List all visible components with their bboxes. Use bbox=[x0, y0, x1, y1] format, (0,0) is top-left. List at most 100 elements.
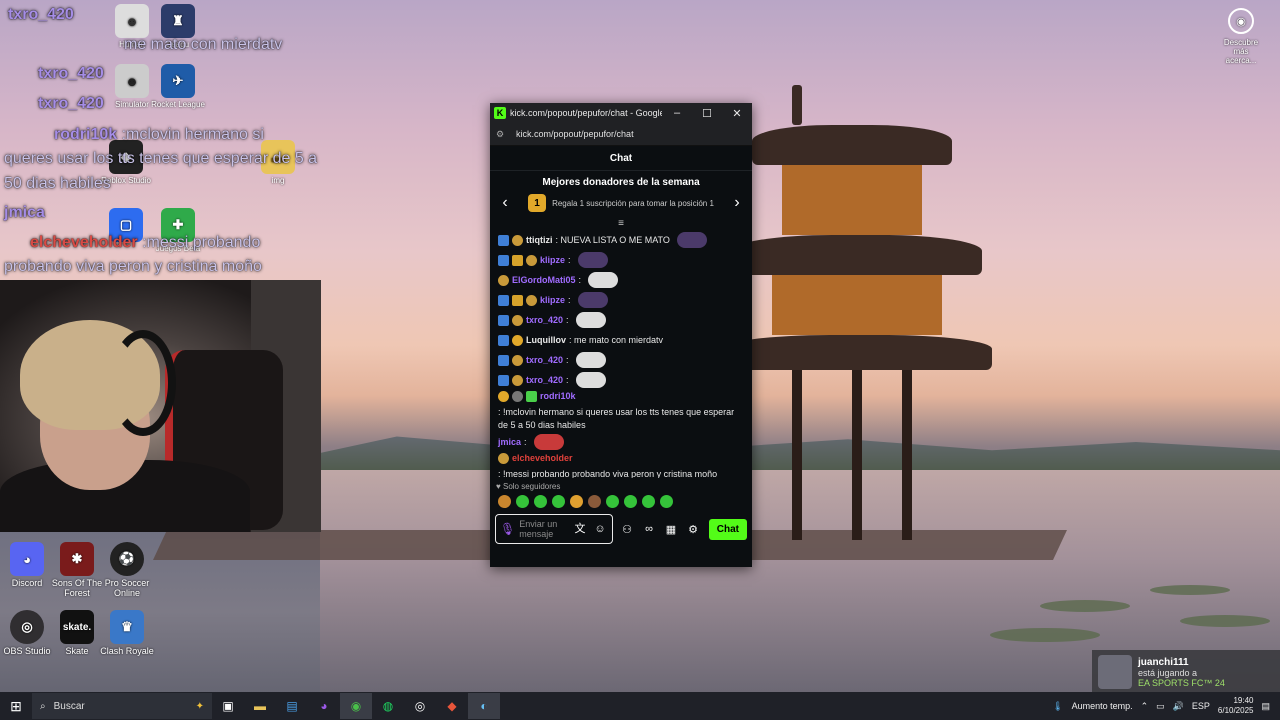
emote-icon[interactable] bbox=[498, 495, 511, 508]
obs-taskbar-icon[interactable]: ◎ bbox=[404, 693, 436, 719]
avatar bbox=[1098, 655, 1132, 689]
translate-icon[interactable]: 文 bbox=[572, 524, 588, 535]
coin-badge-icon bbox=[512, 354, 523, 366]
skate-icon: skate. bbox=[60, 610, 94, 644]
overlay-line: jmica bbox=[4, 204, 45, 221]
alert-user: juanchi111 bbox=[1138, 656, 1189, 668]
chat-message-text: : !messi probando probando viva peron y … bbox=[498, 469, 718, 478]
emote-icon bbox=[575, 372, 606, 388]
chat-message-text: : bbox=[568, 294, 571, 305]
chevron-up-icon[interactable]: ⌃ bbox=[1141, 701, 1149, 712]
minimize-button[interactable]: – bbox=[662, 107, 692, 119]
discord-taskbar-icon[interactable]: ◕ bbox=[308, 693, 340, 719]
chat-username[interactable]: ElGordoMati05 bbox=[512, 274, 576, 287]
game-taskbar-icon[interactable]: ◆ bbox=[436, 693, 468, 719]
steam-icon[interactable]: ◐ bbox=[468, 693, 500, 719]
send-chat-button[interactable]: Chat bbox=[708, 518, 747, 540]
taskbar: ⊞ ⌕ Buscar ✦ ▣ ▬ ▤ ◕ ◉ ◍ ◎ ◆ ◐ 🌡 Aumento… bbox=[0, 692, 1280, 720]
coin-badge-icon bbox=[498, 274, 509, 286]
chat-username[interactable]: txro_420 bbox=[526, 354, 563, 367]
coin-badge-icon bbox=[512, 314, 523, 326]
weather-text[interactable]: Aumento temp. bbox=[1072, 701, 1133, 711]
chevron-right-icon[interactable]: › bbox=[730, 194, 744, 212]
chrome-icon[interactable]: ◉ bbox=[340, 693, 372, 719]
webcam-feed bbox=[0, 280, 321, 532]
chat-username[interactable]: txro_420 bbox=[526, 374, 563, 387]
chat-username[interactable]: rodri10k bbox=[540, 390, 576, 403]
game-icon: ☻ bbox=[115, 64, 149, 98]
emote-icon[interactable] bbox=[588, 495, 601, 508]
chat-username[interactable]: ttiqtizi bbox=[526, 234, 553, 247]
overlay-line: me mato con mierdatv bbox=[124, 36, 283, 53]
chat-message: Luquillov: me mato con mierdatv bbox=[498, 330, 744, 350]
microphone-icon[interactable]: 🎙 bbox=[500, 523, 515, 535]
rocket-league-icon: ✈ bbox=[161, 64, 195, 98]
emote-icon[interactable] bbox=[516, 495, 529, 508]
chat-username[interactable]: jmica bbox=[498, 436, 521, 449]
chat-username[interactable]: elcheveholder bbox=[512, 452, 573, 465]
file-explorer-icon[interactable]: ▬ bbox=[244, 693, 276, 719]
chat-username[interactable]: Luquillov bbox=[526, 334, 566, 347]
site-info-icon[interactable]: ⚙ bbox=[496, 129, 510, 140]
desktop-icon-rocket-league[interactable]: ✈ Rocket League bbox=[146, 64, 210, 109]
emote-icon[interactable] bbox=[552, 495, 565, 508]
chat-message: klipze: bbox=[498, 250, 744, 270]
chat-username[interactable]: klipze bbox=[540, 254, 565, 267]
chat-message: jmica: bbox=[498, 432, 744, 452]
notifications-icon[interactable]: ▤ bbox=[1261, 701, 1270, 712]
emote-icon[interactable] bbox=[534, 495, 547, 508]
users-icon[interactable]: ⚇ bbox=[619, 523, 635, 536]
chat-popout-window: K kick.com/popout/pepufor/chat - Google.… bbox=[490, 103, 752, 567]
spotify-icon[interactable]: ◍ bbox=[372, 693, 404, 719]
settings-gear-icon[interactable]: ⚙ bbox=[685, 523, 701, 536]
chat-message-text: : NUEVA LISTA O ME MATO bbox=[555, 234, 670, 245]
sub-badge-icon bbox=[498, 234, 509, 246]
crown-badge-icon bbox=[512, 294, 523, 306]
clock[interactable]: 19:40 6/10/2025 bbox=[1218, 696, 1254, 716]
task-view-icon[interactable]: ▣ bbox=[212, 693, 244, 719]
pin-toggle-icon[interactable]: ≡ bbox=[490, 218, 752, 230]
emoji-icon[interactable]: ☺ bbox=[592, 524, 608, 535]
sub-badge-icon bbox=[498, 314, 509, 326]
emote-icon[interactable] bbox=[660, 495, 673, 508]
emote-icon[interactable] bbox=[606, 495, 619, 508]
infinity-icon[interactable]: ∞ bbox=[641, 523, 657, 535]
crown-badge-icon bbox=[512, 254, 523, 266]
close-button[interactable]: ✕ bbox=[722, 107, 752, 120]
volume-icon[interactable]: 🔊 bbox=[1173, 701, 1184, 712]
soccer-ball-icon: ⚽ bbox=[110, 542, 144, 576]
obs-icon: ◎ bbox=[10, 610, 44, 644]
taskbar-search[interactable]: ⌕ Buscar ✦ bbox=[32, 693, 212, 719]
overlay-line: txro_420 bbox=[38, 65, 104, 82]
maximize-button[interactable]: ☐ bbox=[692, 107, 722, 120]
coin-badge-icon bbox=[512, 234, 523, 246]
window-title: kick.com/popout/pepufor/chat - Google... bbox=[510, 108, 662, 118]
emote-icon[interactable] bbox=[624, 495, 637, 508]
donors-title: Mejores donadores de la semana bbox=[542, 177, 700, 188]
chat-message-text: : !mclovin hermano si queres usar los tt… bbox=[498, 407, 735, 430]
gift-icon[interactable]: ▦ bbox=[663, 523, 679, 536]
address-bar[interactable]: ⚙ kick.com/popout/pepufor/chat bbox=[490, 123, 752, 146]
one-badge-icon bbox=[498, 391, 509, 402]
chat-messages[interactable]: ttiqtizi: NUEVA LISTA O ME MATO klipze: El… bbox=[490, 230, 752, 478]
clash-royale-icon: ♛ bbox=[110, 610, 144, 644]
desktop-icon-pro-soccer-online[interactable]: ⚽ Pro Soccer Online bbox=[92, 542, 162, 598]
emote-icon[interactable] bbox=[642, 495, 655, 508]
store-icon[interactable]: ▤ bbox=[276, 693, 308, 719]
chevron-left-icon[interactable]: ‹ bbox=[498, 194, 512, 212]
overlay-line: queres usar los tts tenes que esperar de… bbox=[4, 150, 318, 167]
alert-status: está jugando a bbox=[1138, 667, 1198, 678]
message-input[interactable]: 🎙 Enviar un mensaje 文 ☺ bbox=[495, 514, 613, 544]
emote-icon[interactable] bbox=[570, 495, 583, 508]
windows-start-icon[interactable]: ⊞ bbox=[0, 698, 32, 715]
chat-message-text: : bbox=[566, 374, 569, 385]
chat-username[interactable]: klipze bbox=[540, 294, 565, 307]
chat-username[interactable]: txro_420 bbox=[526, 314, 563, 327]
discover-more-shortcut[interactable]: ◉ Descubre más acerca... bbox=[1218, 8, 1264, 65]
network-icon[interactable]: ▭ bbox=[1156, 701, 1165, 712]
desktop-icon-clash-royale[interactable]: ♛ Clash Royale bbox=[92, 610, 162, 656]
sub-badge-icon bbox=[498, 374, 509, 386]
language-indicator[interactable]: ESP bbox=[1192, 701, 1210, 711]
search-icon: ⌕ bbox=[40, 700, 46, 712]
one-badge-icon bbox=[512, 334, 523, 346]
